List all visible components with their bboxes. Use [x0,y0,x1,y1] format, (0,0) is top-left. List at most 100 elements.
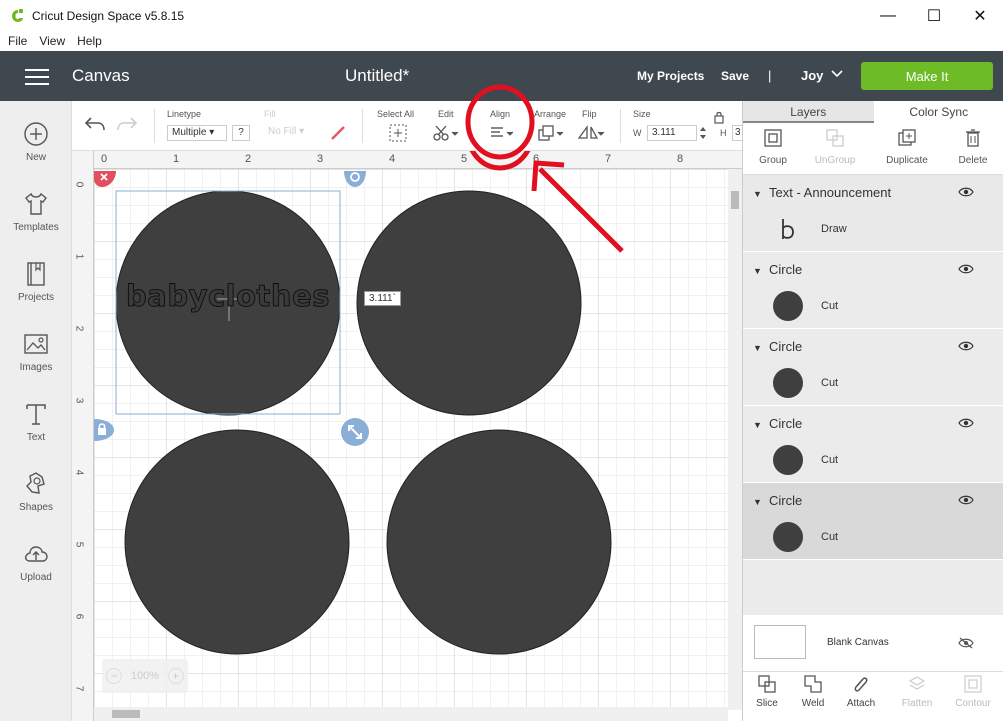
app-header: Canvas Untitled* My Projects Save | Joy [0,51,1003,101]
vertical-scroll-thumb[interactable] [731,191,739,209]
horizontal-scroll-thumb[interactable] [112,710,140,718]
flatten-button[interactable]: Flatten [893,674,941,709]
lock-icon[interactable] [713,110,725,124]
circle-shape[interactable] [124,429,350,655]
collapse-triangle-icon[interactable]: ▼ [753,497,762,507]
zoom-out-button[interactable]: − [106,668,123,684]
collapse-triangle-icon[interactable]: ▼ [753,343,762,353]
lock-handle-icon[interactable] [94,417,116,443]
delete-button[interactable]: Delete [943,127,1003,166]
design-canvas[interactable]: 0 1 2 3 4 5 6 7 8 0 1 2 3 4 5 6 7 babycl… [72,151,742,721]
layer-child[interactable]: Draw [773,213,847,245]
sidebar-item-upload[interactable]: Upload [0,536,72,602]
menu-view[interactable]: View [39,34,65,48]
layer-group-circle[interactable]: ▼ Circle Cut [743,252,1003,329]
eye-hidden-icon[interactable] [958,637,974,649]
sidebar-item-shapes[interactable]: Shapes [0,466,72,532]
undo-icon[interactable] [84,115,106,133]
layer-child[interactable]: Cut [773,290,838,322]
arrange-label: Arrange [534,109,567,119]
layer-group-text[interactable]: ▼ Text - Announcement Draw [743,175,1003,252]
size-label: Size [633,109,651,119]
eye-icon[interactable] [958,264,974,274]
eye-icon[interactable] [958,495,974,505]
zoom-in-button[interactable]: + [167,668,184,684]
resize-handle-icon[interactable] [340,417,370,447]
duplicate-button[interactable]: Duplicate [877,127,937,166]
menu-help[interactable]: Help [77,34,102,48]
width-input[interactable]: 3.111 [647,125,697,141]
delete-handle-icon[interactable] [92,171,118,189]
redo-icon[interactable] [116,115,138,133]
weld-button[interactable]: Weld [789,674,837,709]
action-label: Duplicate [886,155,928,166]
vertical-scrollbar[interactable] [728,169,742,709]
menu-file[interactable]: File [8,34,27,48]
hamburger-menu-icon[interactable] [25,69,49,85]
sidebar-item-new[interactable]: New [0,116,72,182]
eye-icon[interactable] [958,187,974,197]
text-b-icon [782,219,794,239]
slice-button[interactable]: Slice [743,674,791,709]
horizontal-scrollbar[interactable] [94,707,728,721]
minimize-button[interactable]: — [865,0,911,31]
save-link[interactable]: Save [721,69,749,83]
eye-icon[interactable] [958,341,974,351]
flip-icon[interactable] [576,123,606,143]
rotate-handle-icon[interactable] [342,171,368,189]
layer-group-circle[interactable]: ▼ Circle Cut [743,483,1003,560]
text-object-babyclothes[interactable]: babyclothes [126,279,330,314]
align-icon[interactable] [488,123,516,143]
circle-shape[interactable] [386,429,612,655]
edit-scissors-icon[interactable] [432,123,460,143]
layer-child[interactable]: Cut [773,367,838,399]
title-bar: Cricut Design Space v5.8.15 — ☐ ✕ [0,0,1003,31]
width-stepper-icon[interactable] [698,124,708,142]
sidebar-label: Text [26,432,46,443]
arrange-icon[interactable] [536,123,566,143]
linetype-help-button[interactable]: ? [232,125,250,141]
window-title: Cricut Design Space v5.8.15 [32,8,185,23]
user-menu[interactable]: Joy [801,68,823,83]
action-label: Slice [756,698,778,709]
sidebar-label: Shapes [19,502,53,513]
eye-icon[interactable] [958,418,974,428]
linetype-select[interactable]: Multiple ▾ [167,125,227,141]
fill-select[interactable]: No Fill ▾ [264,125,320,141]
cricut-logo-icon [12,8,23,22]
blank-canvas-row[interactable]: Blank Canvas [743,615,1003,671]
close-button[interactable]: ✕ [957,0,1003,31]
my-projects-link[interactable]: My Projects [637,69,704,83]
collapse-triangle-icon[interactable]: ▼ [753,420,762,430]
chevron-down-icon[interactable] [830,67,844,81]
group-button[interactable]: Group [743,127,803,166]
canvas-objects [115,190,612,655]
fill-color-icon[interactable] [328,123,348,143]
sidebar-item-images[interactable]: Images [0,326,72,392]
sidebar-item-projects[interactable]: Projects [0,256,72,322]
tshirt-icon [25,192,47,215]
layer-group-circle[interactable]: ▼ Circle Cut [743,406,1003,483]
menu-bar: File View Help [0,31,1003,51]
make-it-button[interactable]: Make It [861,62,993,90]
maximize-button[interactable]: ☐ [911,0,957,31]
tab-color-sync[interactable]: Color Sync [874,101,1003,123]
fill-value: No Fill [268,126,297,137]
tab-layers[interactable]: Layers [743,101,874,123]
sidebar-item-templates[interactable]: Templates [0,186,72,252]
collapse-triangle-icon[interactable]: ▼ [753,266,762,276]
blank-canvas-swatch[interactable] [754,625,806,659]
layer-name: Circle [769,416,803,431]
layer-child[interactable]: Cut [773,521,838,553]
slice-icon [758,675,776,693]
layer-child[interactable]: Cut [773,444,838,476]
contour-button[interactable]: Contour [949,674,997,709]
collapse-triangle-icon[interactable]: ▼ [753,189,762,199]
left-sidebar: New Templates Projects Images Text Shape… [0,101,72,721]
layer-operation: Draw [821,223,847,235]
ungroup-button[interactable]: UnGroup [805,127,865,166]
select-all-icon[interactable] [388,123,408,143]
layer-group-circle[interactable]: ▼ Circle Cut [743,329,1003,406]
attach-button[interactable]: Attach [837,674,885,709]
sidebar-item-text[interactable]: Text [0,396,72,462]
